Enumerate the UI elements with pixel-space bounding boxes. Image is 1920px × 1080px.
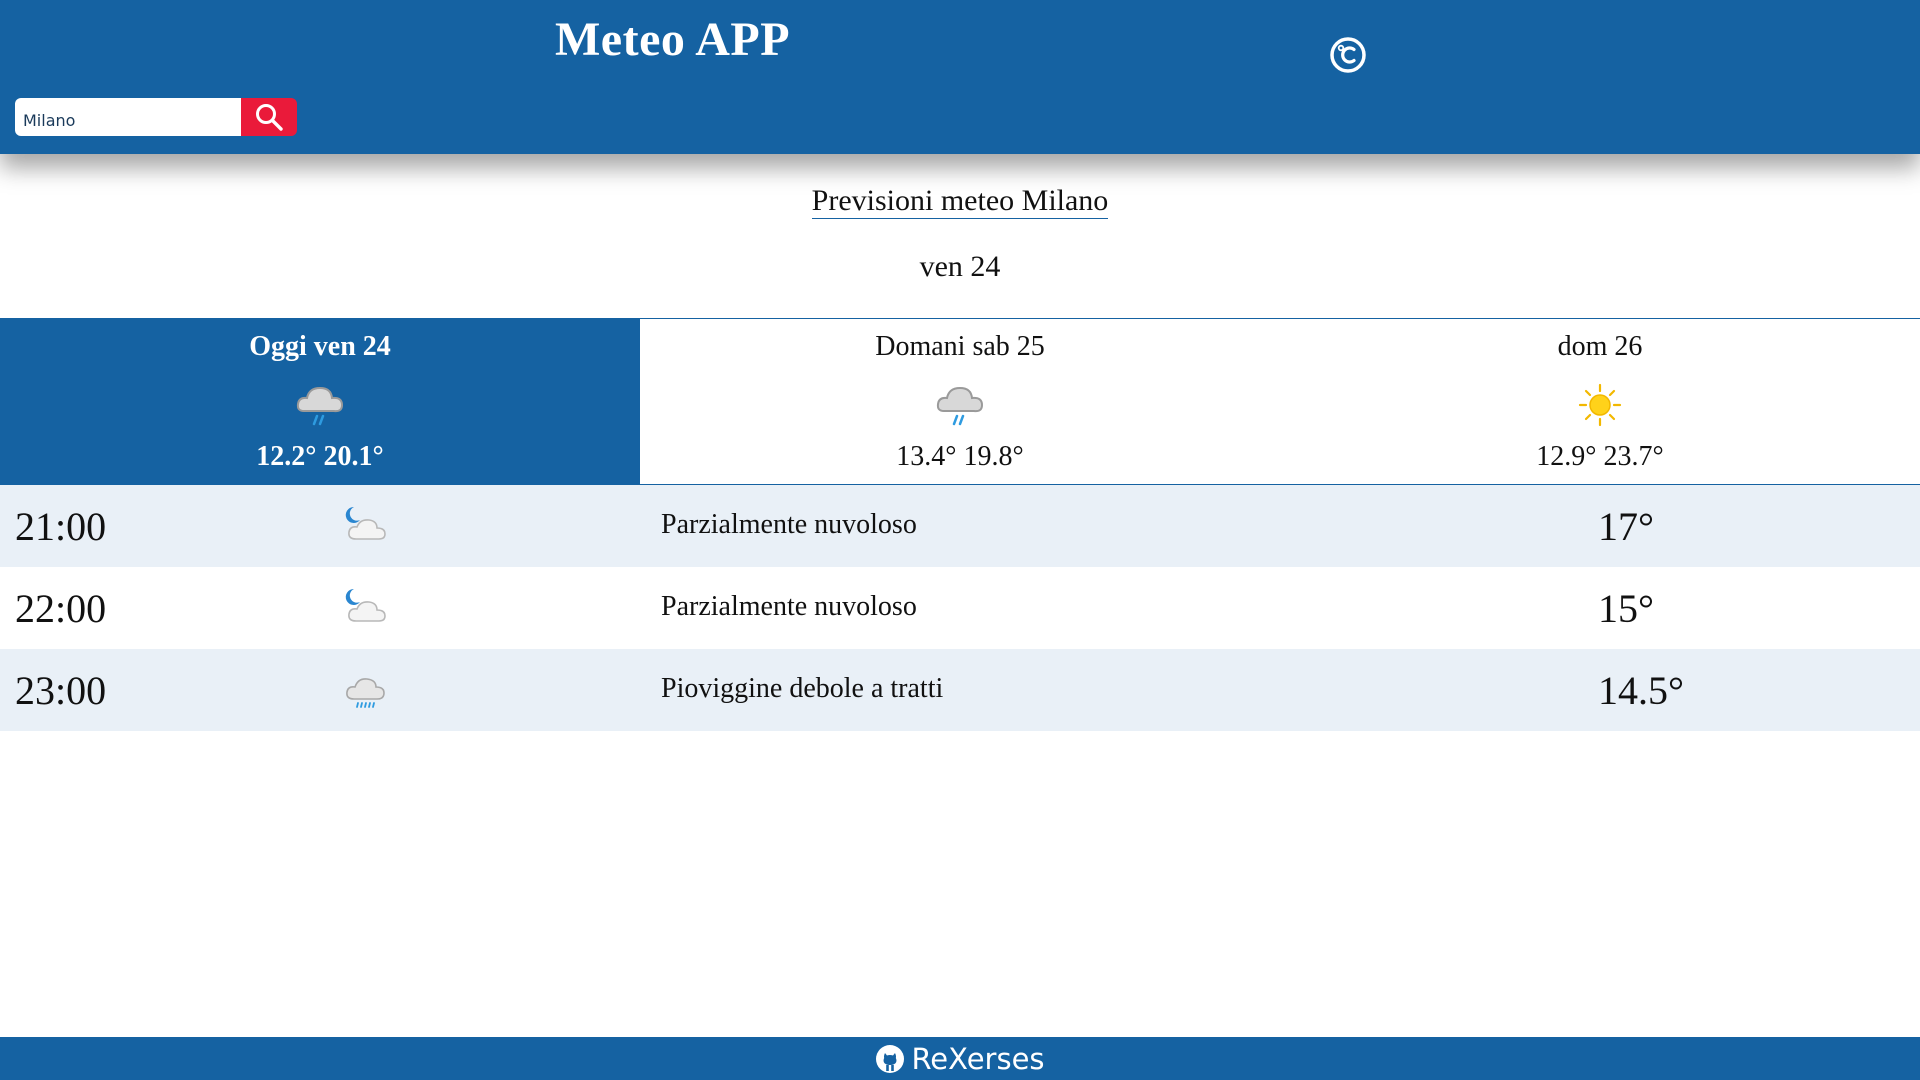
hour-row: 22:00 Parzialmente nuvoloso 15°	[0, 567, 1920, 649]
footer-author: ReXerses	[911, 1041, 1045, 1076]
hour-description: Parzialmente nuvoloso	[661, 509, 917, 540]
forecast-heading: Previsioni meteo Milano	[0, 184, 1920, 219]
hour-description: Pioviggine debole a tratti	[661, 673, 944, 704]
github-icon	[876, 1044, 905, 1073]
hour-row: 21:00 Parzialmente nuvoloso 17°	[0, 485, 1920, 567]
day-temps: 12.2° 20.1°	[256, 441, 384, 472]
day-temps: 12.9° 23.7°	[1536, 441, 1664, 472]
hour-temperature: 15°	[1598, 586, 1654, 631]
day-tab-tomorrow[interactable]: Domani sab 25 13.4° 19.8°	[640, 319, 1280, 484]
moon-cloud-icon	[345, 588, 386, 622]
github-link[interactable]: ReXerses	[875, 1041, 1045, 1076]
hour-time: 22:00	[15, 586, 107, 631]
search-icon	[256, 104, 283, 131]
day-label: dom 26	[1557, 331, 1643, 362]
hour-time: 23:00	[15, 668, 107, 713]
search-button[interactable]	[241, 98, 297, 136]
app-title: Meteo APP	[555, 13, 791, 66]
day-label: Oggi ven 24	[249, 331, 391, 362]
hourly-forecast: 21:00 Parzialmente nuvoloso 17° 22:00 Pa…	[0, 485, 1920, 731]
day-temps: 13.4° 19.8°	[896, 441, 1024, 472]
rain-cloud-icon	[936, 386, 984, 426]
hour-row: 23:00 Pioviggine debole a tratti 14.5°	[0, 649, 1920, 731]
sun-icon	[1578, 383, 1622, 427]
search-input[interactable]	[15, 98, 241, 136]
hour-temperature: 14.5°	[1598, 668, 1684, 713]
rain-cloud-icon	[296, 386, 344, 426]
app-header: Meteo APP	[0, 0, 1920, 154]
day-tab-today[interactable]: Oggi ven 24 12.2° 20.1°	[0, 319, 640, 484]
day-tabs: Oggi ven 24 12.2° 20.1° Domani sab 25 13…	[0, 318, 1920, 485]
hour-temperature: 17°	[1598, 504, 1654, 549]
moon-cloud-icon	[345, 506, 386, 540]
app-footer: ReXerses	[0, 1037, 1920, 1080]
search-box	[15, 98, 297, 136]
hour-description: Parzialmente nuvoloso	[661, 591, 917, 622]
drizzle-cloud-icon	[346, 678, 385, 708]
selected-date-heading: ven 24	[919, 250, 1001, 283]
day-tab-sunday[interactable]: dom 26 12.9° 23.7°	[1280, 319, 1920, 484]
celsius-icon	[1330, 37, 1366, 73]
hour-time: 21:00	[15, 504, 107, 549]
celsius-toggle-button[interactable]	[1328, 35, 1368, 75]
day-label: Domani sab 25	[875, 331, 1045, 362]
forecast-title: Previsioni meteo Milano	[811, 184, 1109, 219]
